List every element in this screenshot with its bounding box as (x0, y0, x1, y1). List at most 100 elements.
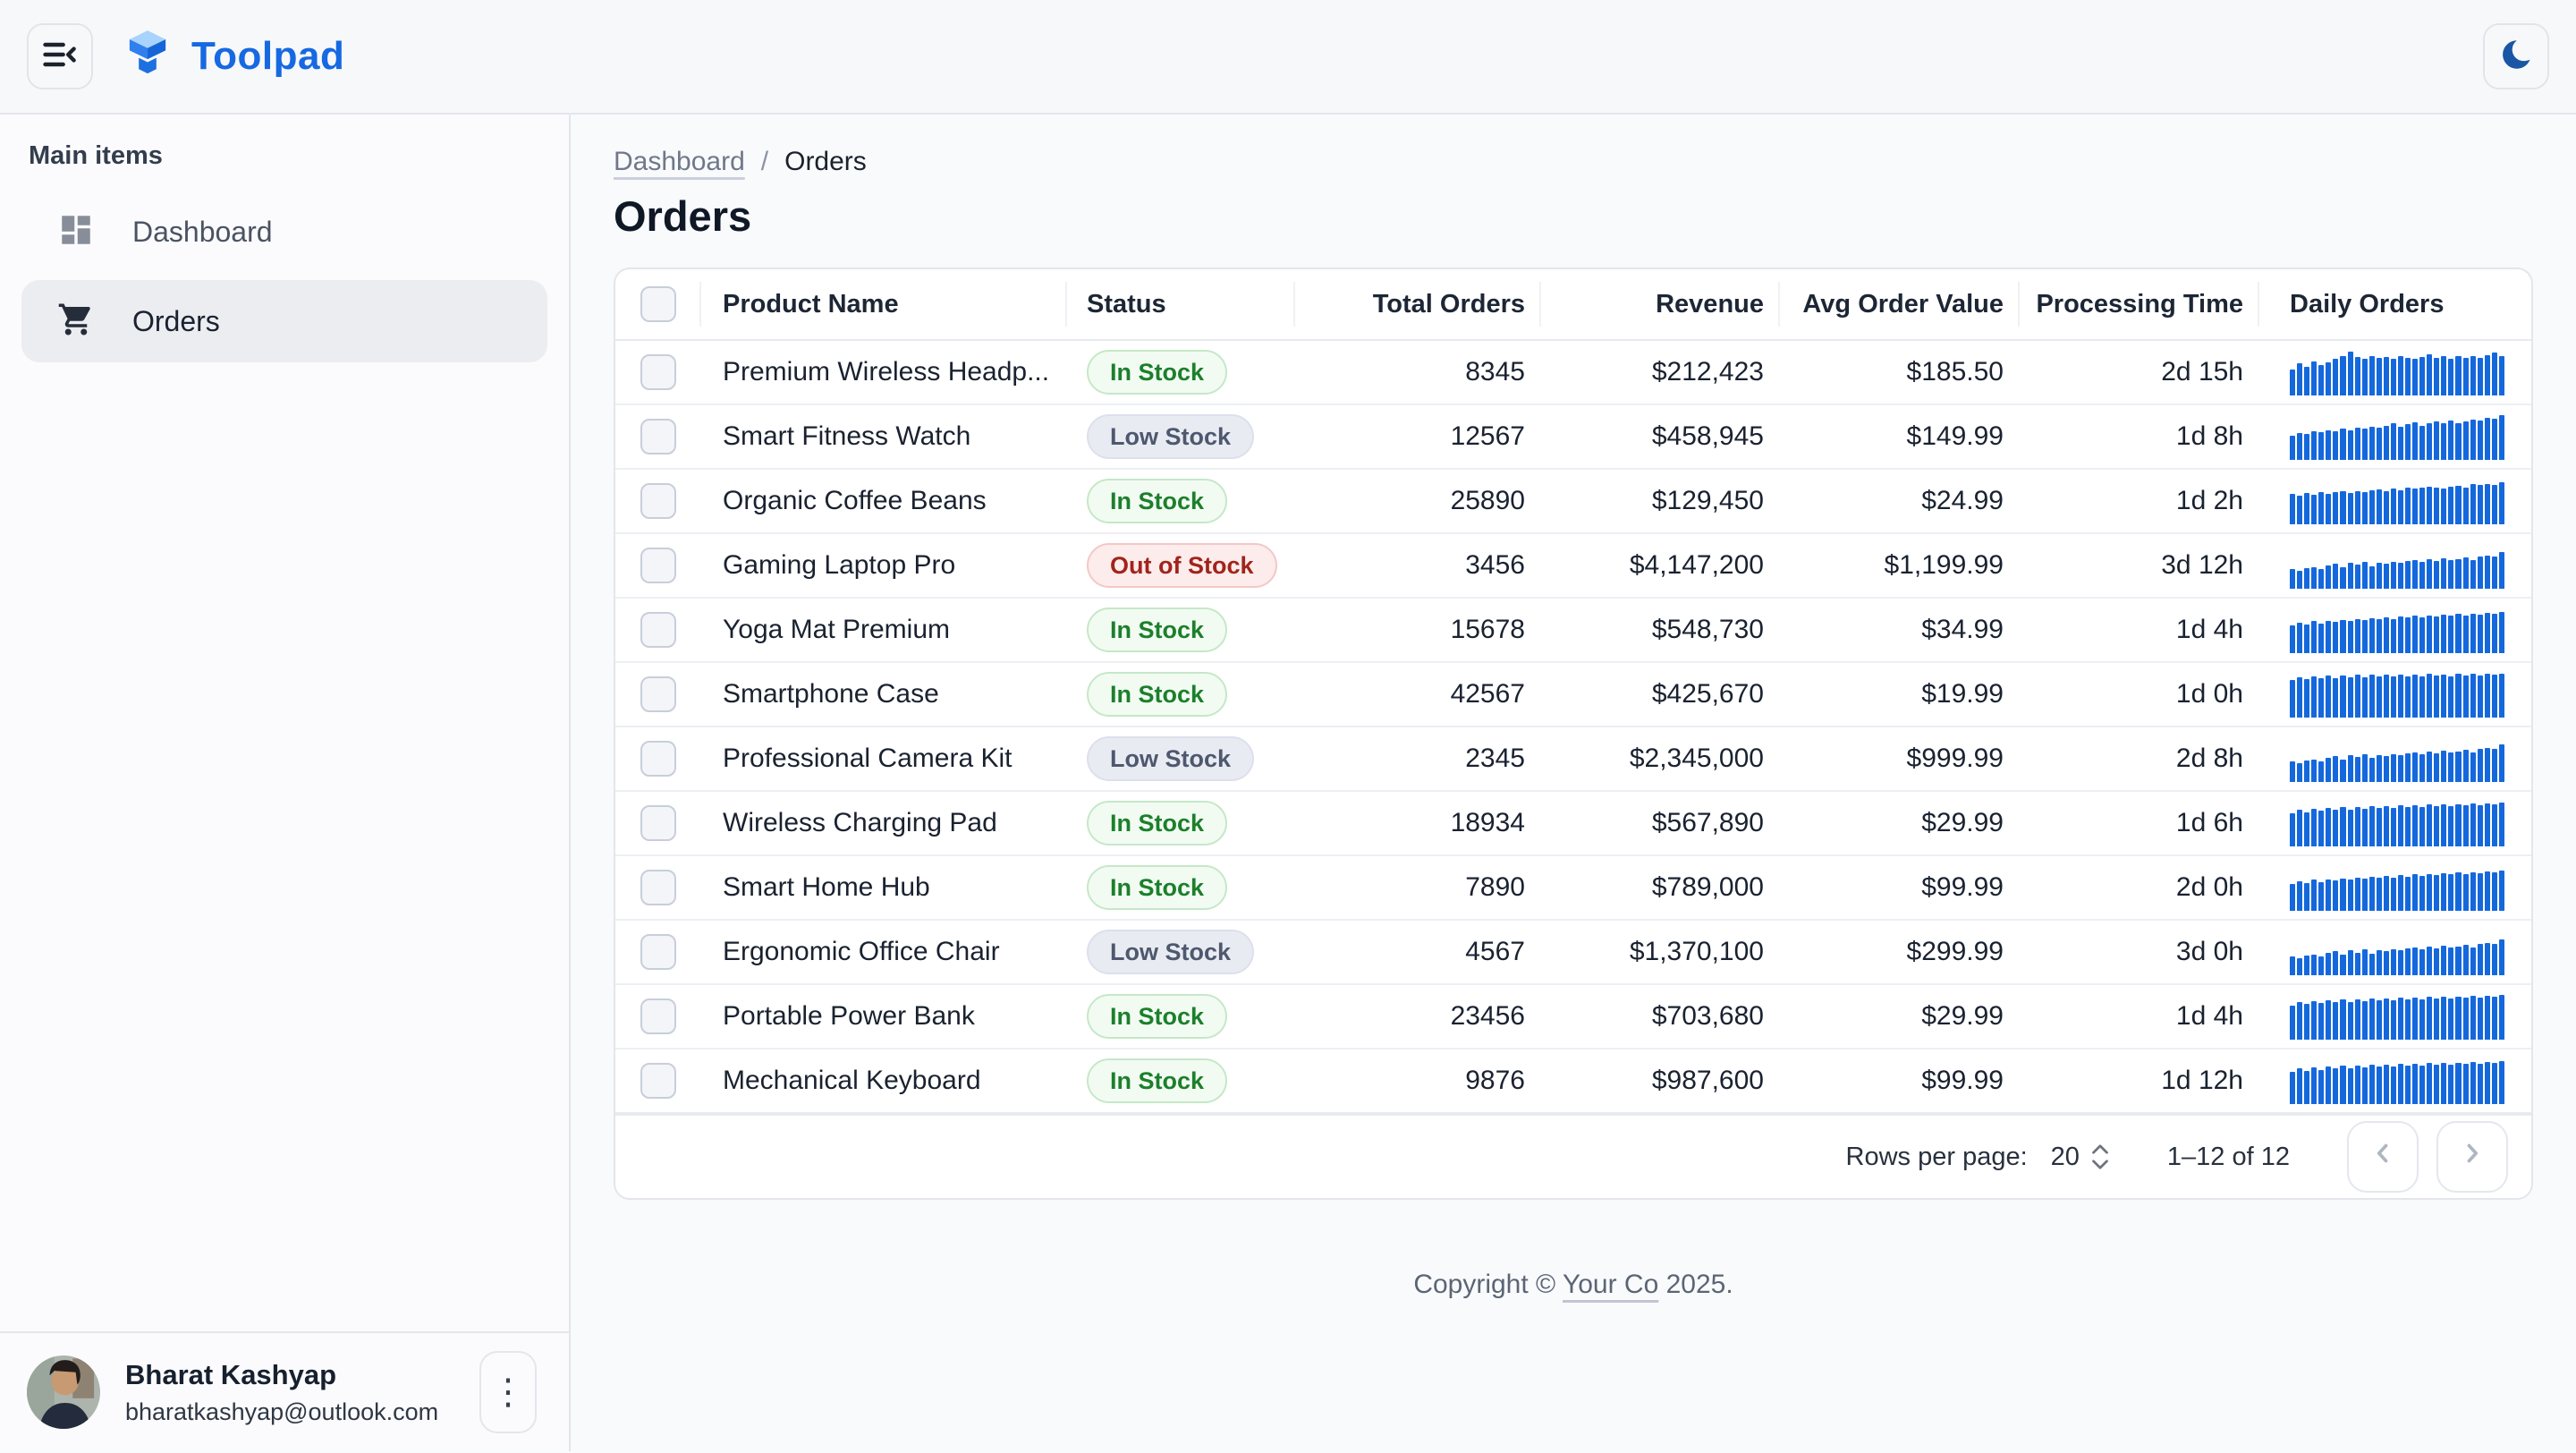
column-header-status[interactable]: Status (1067, 269, 1295, 339)
sparkline-bar (2311, 621, 2317, 653)
sparkline-bar (2405, 617, 2411, 653)
rows-per-page-select[interactable]: 20 (2051, 1143, 2108, 1172)
table-row[interactable]: Gaming Laptop Pro Out of Stock 3456 $4,1… (615, 534, 2531, 599)
row-checkbox[interactable] (640, 998, 676, 1034)
table-row[interactable]: Mechanical Keyboard In Stock 9876 $987,6… (615, 1049, 2531, 1114)
processing-time-cell: 2d 8h (2020, 743, 2259, 774)
sparkline-bar (2398, 616, 2403, 653)
table-row[interactable]: Premium Wireless Headp... In Stock 8345 … (615, 341, 2531, 405)
table-row[interactable]: Portable Power Bank In Stock 23456 $703,… (615, 985, 2531, 1049)
sparkline-bar (2369, 427, 2375, 460)
sparkline-bar (2478, 615, 2483, 653)
row-checkbox[interactable] (640, 676, 676, 712)
column-header-revenue[interactable]: Revenue (1541, 269, 1780, 339)
row-checkbox[interactable] (640, 354, 676, 390)
sparkline-bar (2470, 872, 2476, 911)
sparkline-bar (2391, 423, 2396, 460)
sparkline-bar (2348, 430, 2353, 460)
sparkline-bar (2326, 1066, 2331, 1104)
sidebar-item-orders[interactable]: Orders (21, 280, 547, 362)
daily-orders-sparkline (2290, 929, 2504, 975)
column-header-daily-orders[interactable]: Daily Orders (2259, 269, 2531, 339)
sparkline-bar (2448, 487, 2453, 524)
sparkline-bar (2290, 625, 2295, 653)
sparkline-bar (2463, 998, 2469, 1040)
sparkline-bar (2427, 354, 2432, 395)
rows-per-page-stepper-icon[interactable] (2092, 1144, 2108, 1169)
sparkline-bar (2499, 939, 2504, 975)
row-checkbox[interactable] (640, 870, 676, 905)
sparkline-bar (2492, 485, 2497, 524)
table-row[interactable]: Smart Fitness Watch Low Stock 12567 $458… (615, 405, 2531, 470)
revenue-cell: $567,890 (1541, 808, 1780, 838)
sparkline-bar (2412, 560, 2418, 589)
column-header-avg-order-value[interactable]: Avg Order Value (1780, 269, 2020, 339)
product-name-cell: Yoga Mat Premium (701, 615, 1067, 645)
row-checkbox[interactable] (640, 805, 676, 841)
column-header-processing-time[interactable]: Processing Time (2020, 269, 2259, 339)
next-page-button[interactable] (2436, 1121, 2508, 1193)
sparkline-bar (2304, 956, 2309, 975)
product-name-cell: Ergonomic Office Chair (701, 937, 1067, 967)
sparkline-bar (2499, 552, 2504, 589)
table-row[interactable]: Yoga Mat Premium In Stock 15678 $548,730… (615, 599, 2531, 663)
sparkline-bar (2311, 361, 2317, 395)
sparkline-bar (2311, 495, 2317, 524)
collapse-menu-button[interactable] (27, 23, 93, 89)
user-email: bharatkashyap@outlook.com (125, 1398, 454, 1426)
row-checkbox[interactable] (640, 934, 676, 970)
total-orders-cell: 2345 (1295, 743, 1541, 774)
sparkline-bar (2297, 810, 2302, 846)
sparkline-bar (2441, 489, 2446, 524)
daily-orders-sparkline (2290, 1058, 2504, 1104)
processing-time-cell: 1d 4h (2020, 615, 2259, 645)
row-checkbox[interactable] (640, 741, 676, 777)
company-link[interactable]: Your Co (1563, 1270, 1658, 1299)
avg-order-value-cell: $1,199.99 (1780, 550, 2020, 581)
sparkline-bar (2384, 357, 2389, 395)
table-row[interactable]: Wireless Charging Pad In Stock 18934 $56… (615, 792, 2531, 856)
sparkline-bar (2318, 1070, 2324, 1104)
select-all-checkbox[interactable] (640, 286, 676, 322)
theme-toggle-button[interactable] (2483, 23, 2549, 89)
sparkline-bar (2470, 614, 2476, 653)
row-checkbox[interactable] (640, 548, 676, 583)
row-checkbox[interactable] (640, 1063, 676, 1099)
sparkline-bar (2427, 559, 2432, 589)
product-name-cell: Smart Fitness Watch (701, 421, 1067, 452)
table-row[interactable]: Organic Coffee Beans In Stock 25890 $129… (615, 470, 2531, 534)
sparkline-bar (2326, 621, 2331, 653)
sparkline-bar (2405, 424, 2411, 460)
row-checkbox[interactable] (640, 483, 676, 519)
table-row[interactable]: Smartphone Case In Stock 42567 $425,670 … (615, 663, 2531, 727)
sparkline-bar (2355, 357, 2360, 395)
brand-home-link[interactable]: Toolpad (120, 27, 344, 87)
table-row[interactable]: Professional Camera Kit Low Stock 2345 $… (615, 727, 2531, 792)
sparkline-bar (2362, 879, 2368, 911)
sparkline-bar (2384, 756, 2389, 782)
row-checkbox[interactable] (640, 419, 676, 455)
sparkline-bar (2427, 423, 2432, 460)
sparkline-bar (2398, 998, 2403, 1040)
daily-orders-sparkline (2290, 864, 2504, 911)
sparkline-bar (2499, 674, 2504, 718)
sparkline-bar (2405, 877, 2411, 911)
daily-orders-sparkline (2290, 542, 2504, 589)
column-header-total-orders[interactable]: Total Orders (1295, 269, 1541, 339)
sparkline-bar (2412, 359, 2418, 395)
sparkline-bar (2485, 418, 2490, 460)
previous-page-button[interactable] (2347, 1121, 2419, 1193)
row-checkbox[interactable] (640, 612, 676, 648)
sparkline-bar (2384, 1065, 2389, 1104)
sparkline-bar (2478, 557, 2483, 589)
sparkline-bar (2434, 488, 2439, 524)
sparkline-bar (2377, 878, 2382, 911)
table-row[interactable]: Smart Home Hub In Stock 7890 $789,000 $9… (615, 856, 2531, 921)
user-menu-button[interactable]: ⋮ (479, 1351, 537, 1433)
sparkline-bar (2492, 1063, 2497, 1104)
sparkline-bar (2405, 1066, 2411, 1104)
column-header-product[interactable]: Product Name (701, 269, 1067, 339)
sidebar-item-dashboard[interactable]: Dashboard (21, 191, 547, 273)
breadcrumb-link-dashboard[interactable]: Dashboard (614, 147, 745, 177)
table-row[interactable]: Ergonomic Office Chair Low Stock 4567 $1… (615, 921, 2531, 985)
